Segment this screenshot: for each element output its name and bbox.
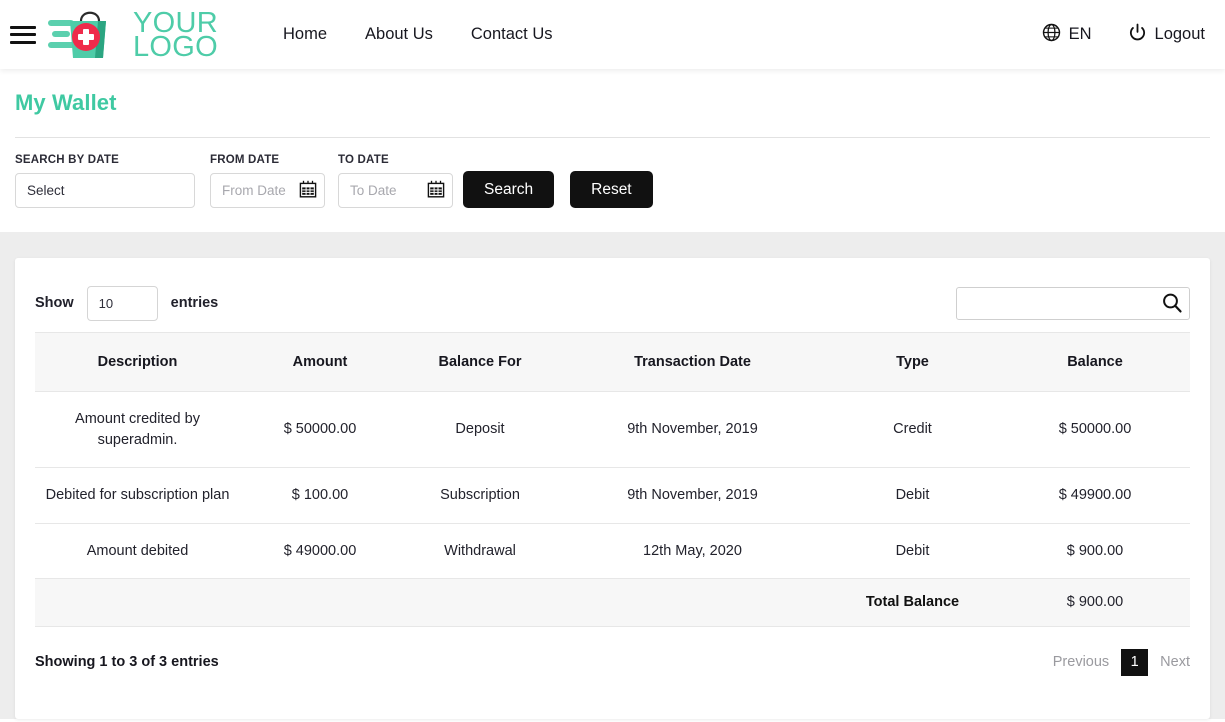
pagination-previous[interactable]: Previous bbox=[1053, 654, 1109, 670]
table-row: Debited for subscription plan $ 100.00 S… bbox=[35, 467, 1190, 524]
page-title-band: My Wallet bbox=[0, 69, 1225, 138]
nav-item-contact-us[interactable]: Contact Us bbox=[471, 25, 553, 44]
total-spacer bbox=[35, 578, 240, 627]
pagination: Previous 1 Next bbox=[1053, 648, 1190, 676]
cell-description: Amount credited by superadmin. bbox=[35, 391, 240, 469]
column-header-description[interactable]: Description bbox=[35, 332, 240, 392]
cell-transaction-date: 9th November, 2019 bbox=[560, 391, 825, 469]
search-by-date-value: Select bbox=[27, 183, 65, 198]
site-header: YOUR LOGO Home About Us Contact Us EN Lo… bbox=[0, 0, 1225, 69]
main-nav: Home About Us Contact Us bbox=[283, 25, 553, 44]
logout-button[interactable]: Logout bbox=[1128, 23, 1205, 47]
logo[interactable]: YOUR LOGO bbox=[48, 6, 218, 64]
show-entries-control: Show 10 entries bbox=[35, 285, 219, 321]
cell-balance-for: Withdrawal bbox=[400, 523, 560, 580]
from-date-label: FROM DATE bbox=[210, 154, 280, 166]
cell-type: Credit bbox=[825, 391, 1000, 469]
entries-value: 10 bbox=[98, 295, 114, 311]
search-icon[interactable] bbox=[1161, 292, 1183, 319]
reset-button[interactable]: Reset bbox=[570, 171, 653, 208]
calendar-icon[interactable] bbox=[299, 180, 317, 201]
logo-text: YOUR LOGO bbox=[133, 8, 218, 63]
hamburger-bar bbox=[10, 25, 36, 29]
wallet-transactions-table: Description Amount Balance For Transacti… bbox=[35, 332, 1190, 627]
show-label: Show bbox=[35, 295, 74, 311]
total-balance-label: Total Balance bbox=[825, 578, 1000, 627]
table-header-row: Description Amount Balance For Transacti… bbox=[35, 332, 1190, 392]
column-header-amount[interactable]: Amount bbox=[240, 332, 400, 392]
hamburger-icon[interactable] bbox=[10, 25, 36, 44]
entries-select[interactable]: 10 bbox=[86, 285, 158, 321]
cell-balance: $ 49900.00 bbox=[1000, 467, 1190, 524]
hamburger-bar bbox=[10, 33, 36, 36]
pagination-next[interactable]: Next bbox=[1160, 654, 1190, 670]
from-date-placeholder: From Date bbox=[222, 183, 286, 198]
from-date-group: FROM DATE From Date bbox=[210, 154, 325, 208]
page-title: My Wallet bbox=[15, 90, 117, 115]
search-by-date-select[interactable]: Select bbox=[15, 173, 195, 208]
entries-label: entries bbox=[170, 295, 219, 311]
table-row: Amount debited $ 49000.00 Withdrawal 12t… bbox=[35, 523, 1190, 580]
content-area: Show 10 entries Description Amount Balan… bbox=[0, 232, 1225, 719]
table-search bbox=[956, 286, 1190, 320]
cell-description: Debited for subscription plan bbox=[35, 467, 240, 524]
wallet-card: Show 10 entries Description Amount Balan… bbox=[15, 258, 1210, 719]
cell-type: Debit bbox=[825, 523, 1000, 580]
to-date-group: TO DATE To Date bbox=[338, 154, 453, 208]
nav-item-about-us[interactable]: About Us bbox=[365, 25, 433, 44]
cell-balance: $ 900.00 bbox=[1000, 523, 1190, 580]
column-header-balance-for[interactable]: Balance For bbox=[400, 332, 560, 392]
column-header-transaction-date[interactable]: Transaction Date bbox=[560, 332, 825, 392]
showing-entries-text: Showing 1 to 3 of 3 entries bbox=[35, 654, 219, 671]
cell-transaction-date: 9th November, 2019 bbox=[560, 467, 825, 524]
cell-transaction-date: 12th May, 2020 bbox=[560, 523, 825, 580]
to-date-field[interactable]: To Date bbox=[338, 173, 453, 208]
cell-balance-for: Subscription bbox=[400, 467, 560, 524]
table-head: Description Amount Balance For Transacti… bbox=[35, 332, 1190, 392]
total-spacer bbox=[400, 578, 560, 627]
total-balance-value: $ 900.00 bbox=[1000, 578, 1190, 627]
nav-item-home[interactable]: Home bbox=[283, 25, 327, 44]
total-spacer bbox=[240, 578, 400, 627]
to-date-placeholder: To Date bbox=[350, 183, 397, 198]
table-row: Amount credited by superadmin. $ 50000.0… bbox=[35, 391, 1190, 469]
from-date-field[interactable]: From Date bbox=[210, 173, 325, 208]
power-icon bbox=[1128, 23, 1147, 47]
search-input[interactable] bbox=[956, 286, 1190, 320]
table-footer: Showing 1 to 3 of 3 entries Previous 1 N… bbox=[35, 648, 1190, 676]
search-button[interactable]: Search bbox=[463, 171, 555, 208]
header-actions: EN Logout bbox=[1042, 23, 1205, 47]
column-header-type[interactable]: Type bbox=[825, 332, 1000, 392]
search-by-date-group: SEARCH BY DATE Select bbox=[15, 154, 195, 208]
logout-label: Logout bbox=[1154, 25, 1205, 43]
total-spacer bbox=[560, 578, 825, 627]
table-total-row: Total Balance $ 900.00 bbox=[35, 578, 1190, 627]
filter-bar: SEARCH BY DATE Select FROM DATE From Dat… bbox=[0, 138, 1225, 232]
table-body: Amount credited by superadmin. $ 50000.0… bbox=[35, 391, 1190, 627]
cell-amount: $ 100.00 bbox=[240, 467, 400, 524]
language-switcher[interactable]: EN bbox=[1042, 23, 1092, 47]
cell-balance: $ 50000.00 bbox=[1000, 391, 1190, 469]
calendar-icon[interactable] bbox=[427, 180, 445, 201]
cell-description: Amount debited bbox=[35, 523, 240, 580]
logo-line-2: LOGO bbox=[133, 30, 218, 63]
search-by-date-label: SEARCH BY DATE bbox=[15, 154, 119, 166]
globe-icon bbox=[1042, 23, 1061, 47]
cell-amount: $ 50000.00 bbox=[240, 391, 400, 469]
hamburger-bar bbox=[10, 40, 36, 44]
pagination-page-1[interactable]: 1 bbox=[1121, 648, 1149, 676]
cell-type: Debit bbox=[825, 467, 1000, 524]
column-header-balance[interactable]: Balance bbox=[1000, 332, 1190, 392]
cell-amount: $ 49000.00 bbox=[240, 523, 400, 580]
medical-shopping-bag-icon bbox=[48, 6, 124, 64]
table-controls: Show 10 entries bbox=[35, 282, 1190, 324]
to-date-label: TO DATE bbox=[338, 154, 389, 166]
language-label: EN bbox=[1068, 25, 1092, 43]
cell-balance-for: Deposit bbox=[400, 391, 560, 469]
